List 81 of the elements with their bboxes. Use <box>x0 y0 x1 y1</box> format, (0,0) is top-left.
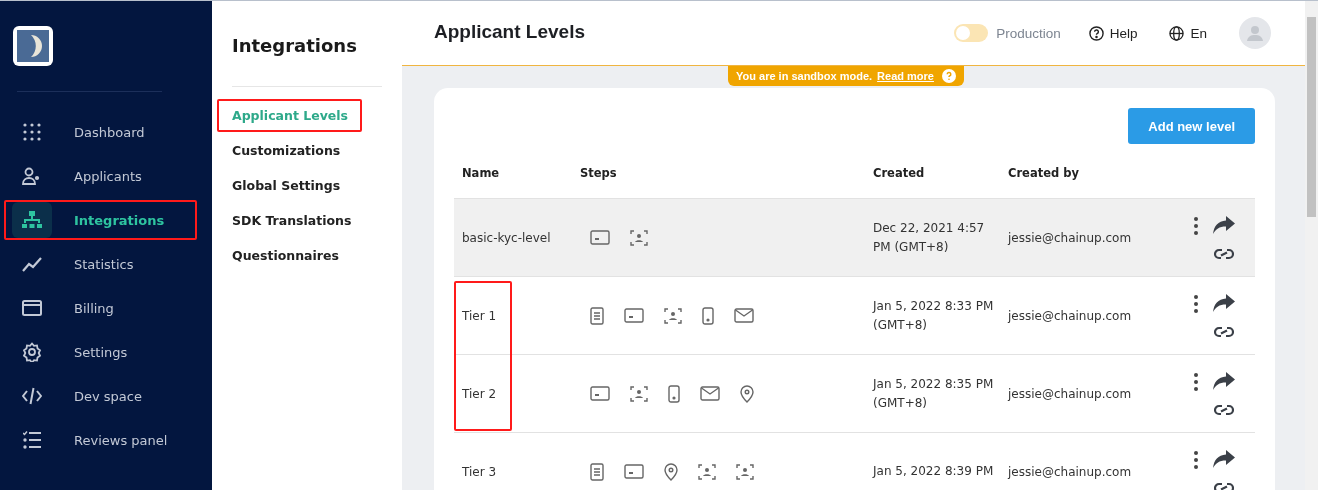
face-scan-icon <box>736 463 754 480</box>
code-icon <box>22 387 42 405</box>
sidebar-item[interactable]: Dev space <box>4 376 197 416</box>
link-icon[interactable] <box>1214 325 1234 338</box>
link-icon[interactable] <box>1214 403 1234 416</box>
link-icon[interactable] <box>1214 481 1234 490</box>
created-date: Jan 5, 2022 8:39 PM <box>873 463 995 480</box>
sidebar-item[interactable]: Reviews panel <box>4 420 197 460</box>
level-name: Tier 2 <box>462 386 498 401</box>
sitemap-icon <box>22 211 42 229</box>
production-label: Production <box>996 25 1061 41</box>
production-toggle[interactable] <box>954 24 989 42</box>
column-header: Name <box>462 166 501 180</box>
more-icon[interactable] <box>1193 215 1199 236</box>
more-icon[interactable] <box>1193 371 1199 392</box>
face-scan-icon <box>698 463 716 480</box>
scrollbar[interactable] <box>1305 1 1318 490</box>
level-name: Tier 3 <box>462 464 498 479</box>
created-date: Jan 5, 2022 8:35 PM (GMT+8) <box>873 375 995 412</box>
link-icon[interactable] <box>1214 247 1234 260</box>
id-card-icon <box>624 464 644 479</box>
created-date: Jan 5, 2022 8:33 PM (GMT+8) <box>873 297 995 334</box>
help-icon <box>941 69 956 83</box>
sidebar-item[interactable]: Statistics <box>4 244 197 284</box>
creator-email: jessie@chainup.com <box>1008 464 1133 479</box>
banner-text: You are in sandbox mode. <box>736 70 873 82</box>
face-scan-icon <box>630 229 648 246</box>
location-pin-icon <box>740 384 754 403</box>
table-row[interactable]: Tier 2 Jan 5, 2022 8:35 PM (GMT+8) jessie@chainup.com <box>454 355 1255 433</box>
globe-icon <box>1169 25 1185 41</box>
column-header: Created by <box>1008 166 1080 180</box>
face-scan-icon <box>630 385 648 402</box>
more-icon[interactable] <box>1193 293 1199 314</box>
submenu-item[interactable]: Customizations <box>217 134 355 167</box>
page-title: Applicant Levels <box>434 21 586 43</box>
grid-icon <box>23 123 41 141</box>
section-title: Integrations <box>232 35 358 56</box>
table-row[interactable]: Tier 1 Jan 5, 2022 8:33 PM (GMT+8) jessie@chainup.com <box>454 277 1255 355</box>
location-pin-icon <box>664 462 678 481</box>
sidebar-item[interactable]: Integrations <box>4 200 197 240</box>
level-name: basic-kyc-level <box>462 230 552 245</box>
logo-icon <box>13 26 53 66</box>
card-icon <box>22 300 42 316</box>
submenu-item[interactable]: Questionnaires <box>217 239 353 272</box>
trend-icon <box>22 256 42 272</box>
id-card-icon <box>590 386 610 401</box>
share-icon[interactable] <box>1213 371 1235 390</box>
face-scan-icon <box>664 307 682 324</box>
share-icon[interactable] <box>1213 449 1235 468</box>
document-icon <box>590 462 604 481</box>
sidebar-item[interactable]: Settings <box>4 332 197 372</box>
checklist-icon <box>23 431 41 449</box>
creator-email: jessie@chainup.com <box>1008 230 1133 245</box>
creator-email: jessie@chainup.com <box>1008 308 1133 323</box>
envelope-icon <box>734 308 754 323</box>
more-icon[interactable] <box>1193 449 1199 470</box>
creator-email: jessie@chainup.com <box>1008 386 1133 401</box>
level-name: Tier 1 <box>462 308 498 323</box>
share-icon[interactable] <box>1213 215 1235 234</box>
phone-icon <box>668 384 680 403</box>
help-button[interactable]: Help <box>1088 25 1138 41</box>
language-button[interactable]: En <box>1169 25 1207 41</box>
settings-icon <box>22 342 42 362</box>
submenu-item[interactable]: Global Settings <box>217 169 355 202</box>
table-row[interactable]: Tier 3 Jan 5, 2022 8:39 PM jessie@chainup.com <box>454 433 1255 490</box>
table-row[interactable]: basic-kyc-level Dec 22, 2021 4:57 PM (GMT+8) jessie@chainup.com <box>454 199 1255 277</box>
sidebar-item[interactable]: Dashboard <box>4 112 197 152</box>
id-card-icon <box>590 230 610 245</box>
document-icon <box>590 306 604 325</box>
phone-icon <box>702 306 714 325</box>
sidebar-item[interactable]: Applicants <box>4 156 197 196</box>
envelope-icon <box>700 386 720 401</box>
created-date: Dec 22, 2021 4:57 PM (GMT+8) <box>873 219 986 256</box>
submenu-item[interactable]: SDK Translations <box>217 204 366 237</box>
sidebar-item[interactable]: Billing <box>4 288 197 328</box>
column-header: Steps <box>580 166 618 180</box>
users-icon <box>22 167 42 185</box>
id-card-icon <box>624 308 644 323</box>
column-header: Created <box>873 166 926 180</box>
help-icon <box>1088 25 1104 41</box>
share-icon[interactable] <box>1213 293 1235 312</box>
